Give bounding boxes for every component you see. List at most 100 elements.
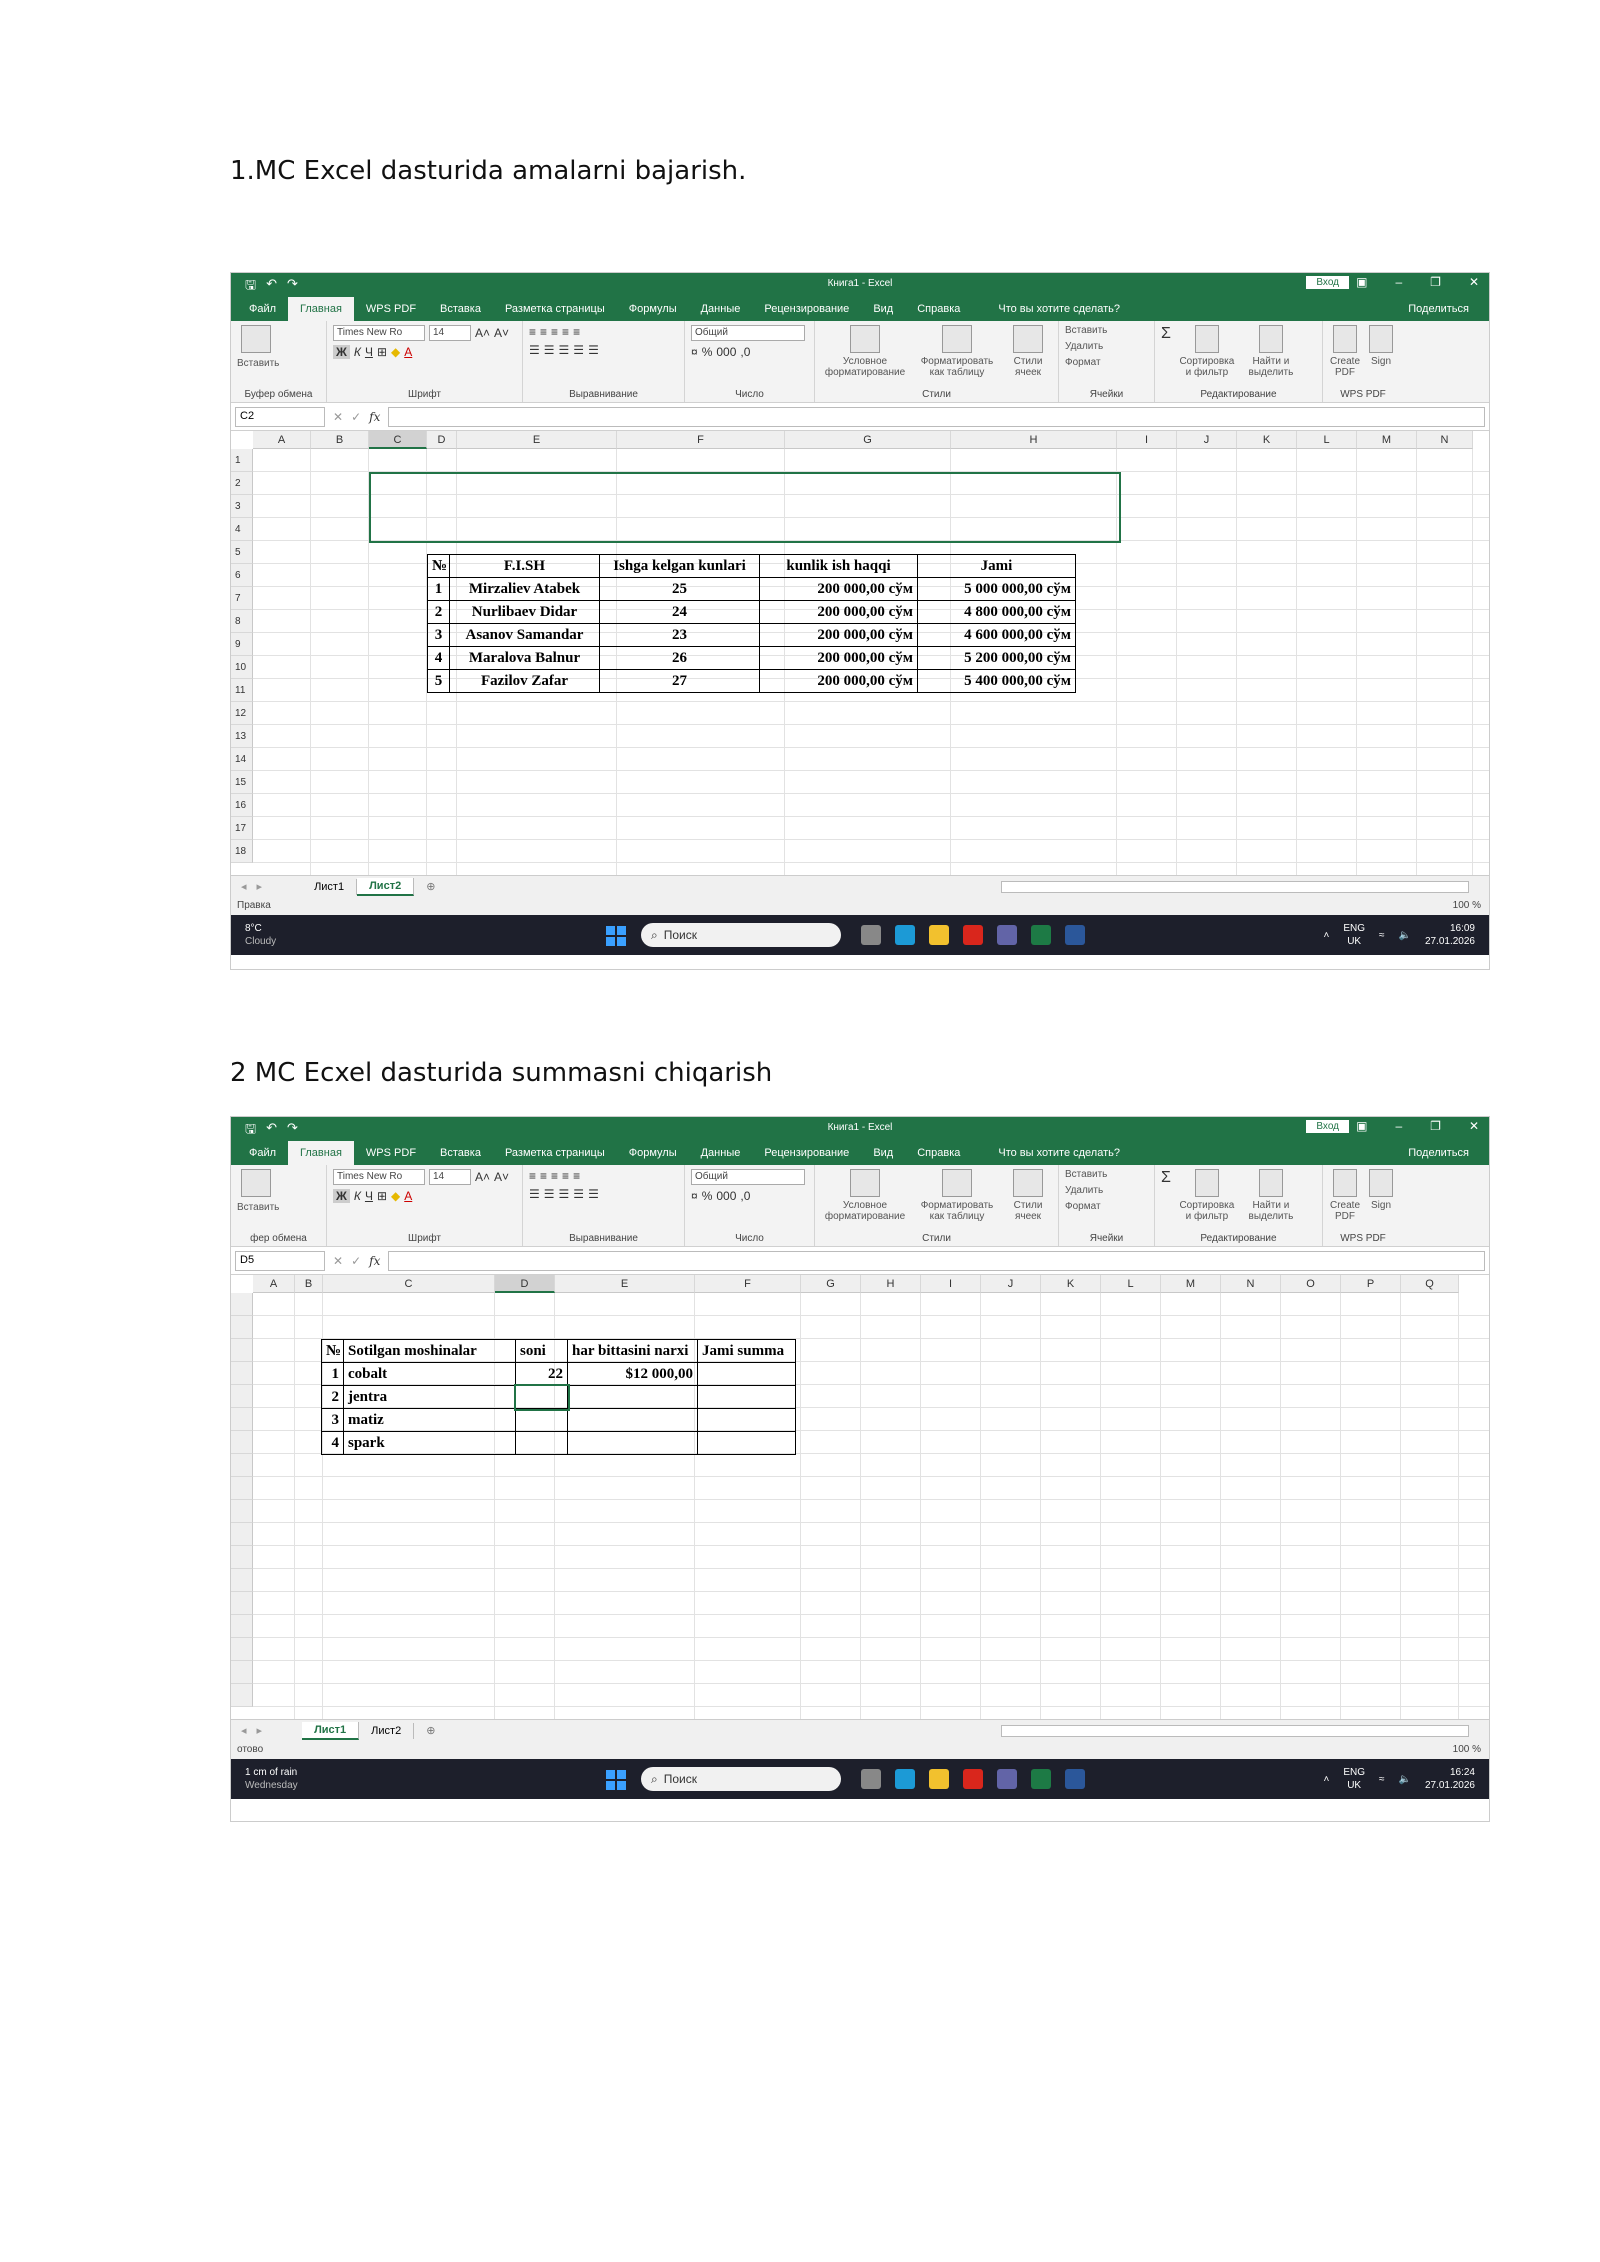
table-header-cell[interactable]: soni [515, 1339, 568, 1363]
thousands-icon[interactable]: 000 [716, 1189, 736, 1203]
find-select-button[interactable]: Найти и выделить [1243, 325, 1299, 398]
close-icon[interactable]: ✕ [1469, 275, 1479, 289]
sheet-tab[interactable]: Лист2 [359, 1722, 415, 1739]
table-cell[interactable] [515, 1408, 568, 1432]
increase-font-icon[interactable]: A˄ [475, 326, 490, 340]
orientation-icon[interactable]: ≡ [562, 325, 569, 339]
table-cell[interactable]: matiz [343, 1408, 516, 1432]
table-cell[interactable]: 22 [515, 1362, 568, 1386]
table-cell[interactable]: 2 [427, 600, 450, 624]
format-cells-button[interactable]: Формат [1065, 357, 1148, 368]
volume-icon[interactable]: 🔈 [1398, 929, 1410, 942]
sheet-nav-left-icon[interactable]: ◂ [231, 880, 257, 893]
table-cell[interactable]: 4 600 000,00 сўм [917, 623, 1076, 647]
format-table-button[interactable]: Форматировать как таблицу [915, 1169, 999, 1242]
row-header[interactable]: 8 [231, 610, 253, 633]
align-middle-icon[interactable]: ≡ [540, 325, 547, 339]
cancel-icon[interactable]: ✕ [333, 1254, 343, 1268]
enter-icon[interactable]: ✓ [351, 1254, 361, 1268]
table-header-cell[interactable]: № [427, 554, 450, 578]
close-icon[interactable]: ✕ [1469, 1119, 1479, 1133]
decrease-font-icon[interactable]: A˅ [494, 1170, 509, 1184]
format-table-button[interactable]: Форматировать как таблицу [915, 325, 999, 398]
create-pdf-button[interactable]: Create PDF [1329, 325, 1361, 398]
row-header[interactable] [231, 1293, 253, 1316]
table-cell[interactable]: 27 [599, 669, 760, 693]
start-icon[interactable] [606, 1770, 626, 1790]
table-cell[interactable]: Nurlibaev Didar [449, 600, 600, 624]
row-header[interactable] [231, 1569, 253, 1592]
table-cell[interactable] [567, 1431, 698, 1455]
teams-icon[interactable] [997, 1769, 1017, 1789]
align-middle-icon[interactable]: ≡ [540, 1169, 547, 1183]
wps-icon[interactable] [963, 1769, 983, 1789]
wrap-text-icon[interactable]: ≡ [573, 1169, 580, 1183]
row-header[interactable]: 18 [231, 840, 253, 863]
start-icon[interactable] [606, 926, 626, 946]
row-header[interactable]: 15 [231, 771, 253, 794]
italic-icon[interactable]: К [354, 345, 361, 359]
weather-widget[interactable]: 1 cm of rain Wednesday [245, 1766, 298, 1792]
column-header[interactable]: F [617, 431, 785, 449]
indent-icon[interactable]: ☰ [573, 1187, 584, 1201]
autosum-icon[interactable]: Σ [1161, 1169, 1171, 1242]
table-cell[interactable] [567, 1385, 698, 1409]
paste-icon[interactable] [241, 1169, 271, 1197]
font-name-select[interactable]: Times New Ro [333, 1169, 425, 1185]
ribbon-tab[interactable]: Что вы хотите сделать? [972, 1147, 1132, 1165]
function-icon[interactable]: fx [369, 410, 380, 424]
row-header[interactable] [231, 1408, 253, 1431]
ribbon-tab[interactable]: Что вы хотите сделать? [972, 303, 1132, 321]
row-header[interactable]: 10 [231, 656, 253, 679]
row-header[interactable] [231, 1638, 253, 1661]
align-bottom-icon[interactable]: ≡ [551, 1169, 558, 1183]
table-header-cell[interactable]: kunlik ish haqqi [759, 554, 918, 578]
table-cell[interactable]: $12 000,00 [567, 1362, 698, 1386]
table-cell[interactable]: 25 [599, 577, 760, 601]
row-header[interactable] [231, 1592, 253, 1615]
edge-icon[interactable] [895, 925, 915, 945]
table-cell[interactable] [697, 1431, 796, 1455]
sheet-tab[interactable]: Лист1 [302, 878, 358, 895]
ribbon-tab[interactable]: Главная [288, 297, 354, 321]
column-header[interactable]: M [1161, 1275, 1221, 1293]
minimize-icon[interactable]: – [1395, 275, 1402, 289]
merge-icon[interactable]: ☰ [588, 343, 599, 357]
align-right-icon[interactable]: ☰ [559, 343, 570, 357]
add-sheet-icon[interactable]: ⊕ [414, 1724, 447, 1737]
ribbon-tab[interactable]: Справка [905, 303, 972, 321]
table-cell[interactable]: 3 [427, 623, 450, 647]
table-cell[interactable]: Maralova Balnur [449, 646, 600, 670]
ribbon-tab[interactable]: Справка [905, 1147, 972, 1165]
indent-icon[interactable]: ☰ [573, 343, 584, 357]
ribbon-tab[interactable]: Разметка страницы [493, 1147, 617, 1165]
table-cell[interactable]: 5 200 000,00 сўм [917, 646, 1076, 670]
formula-input[interactable] [388, 1250, 1485, 1271]
format-cells-button[interactable]: Формат [1065, 1201, 1148, 1212]
column-header[interactable]: E [457, 431, 617, 449]
table-cell[interactable]: 200 000,00 сўм [759, 600, 918, 624]
column-header[interactable]: H [861, 1275, 921, 1293]
ribbon-tab[interactable]: Файл [237, 1147, 288, 1165]
sheet-nav-right-icon[interactable]: ▸ [257, 880, 273, 893]
table-cell[interactable]: 200 000,00 сўм [759, 669, 918, 693]
cell-styles-button[interactable]: Стили ячеек [1005, 1169, 1051, 1242]
word-icon[interactable] [1065, 1769, 1085, 1789]
align-right-icon[interactable]: ☰ [559, 1187, 570, 1201]
ribbon-tab[interactable]: Формулы [617, 303, 689, 321]
ribbon-tab[interactable]: Данные [689, 1147, 753, 1165]
font-color-icon[interactable]: A [404, 1189, 412, 1203]
font-name-select[interactable]: Times New Ro [333, 325, 425, 341]
table-cell[interactable]: spark [343, 1431, 516, 1455]
column-header[interactable]: H [951, 431, 1117, 449]
percent-icon[interactable]: % [702, 1189, 713, 1203]
column-header[interactable]: F [695, 1275, 801, 1293]
table-header-cell[interactable]: № [321, 1339, 344, 1363]
row-header[interactable]: 13 [231, 725, 253, 748]
row-header[interactable] [231, 1546, 253, 1569]
ribbon-tab[interactable]: Файл [237, 303, 288, 321]
tray-chevron-icon[interactable]: ˄ [1323, 1773, 1329, 1786]
column-header[interactable]: N [1221, 1275, 1281, 1293]
row-header[interactable]: 4 [231, 518, 253, 541]
borders-icon[interactable]: ⊞ [377, 1189, 387, 1203]
